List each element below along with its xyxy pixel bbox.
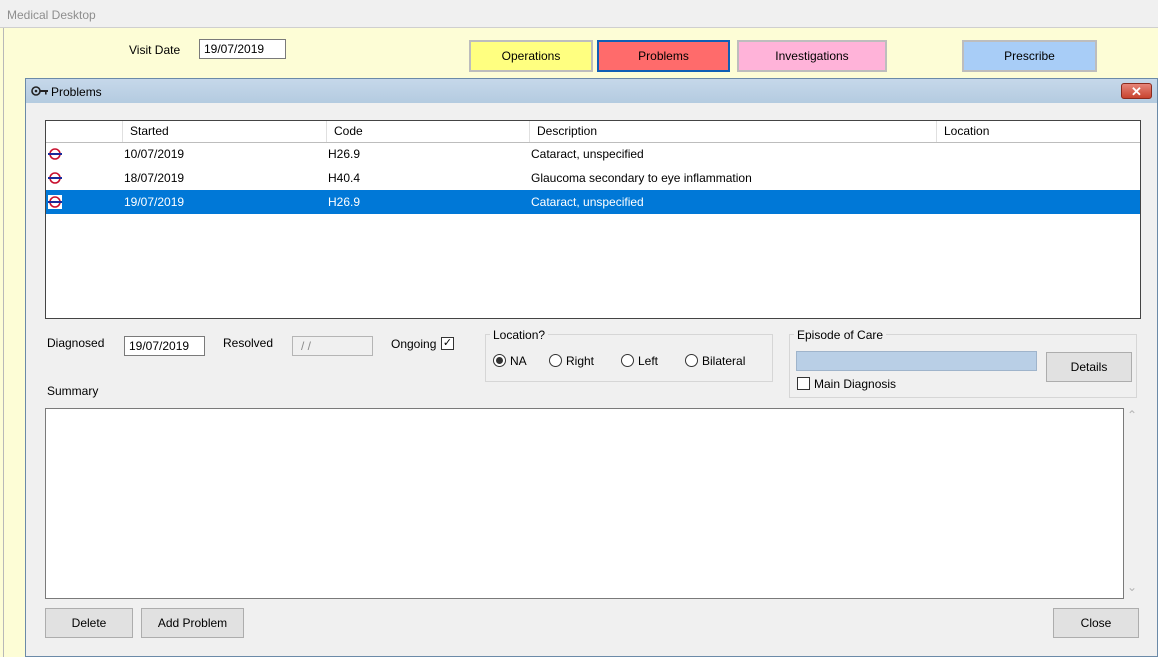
table-header: Started Code Description Location <box>46 121 1140 143</box>
visit-date-input[interactable]: 19/07/2019 <box>199 39 286 59</box>
location-left-label: Left <box>638 354 659 368</box>
cell-code: H26.9 <box>328 195 361 209</box>
location-bilateral-label: Bilateral <box>702 354 746 368</box>
problems-button[interactable]: Problems <box>597 40 730 72</box>
problem-row-icon <box>48 195 62 209</box>
location-left-radio[interactable] <box>621 354 634 367</box>
table-row[interactable]: 10/07/2019 H26.9 Cataract, unspecified <box>46 142 1140 166</box>
table-row[interactable]: 18/07/2019 H40.4 Glaucoma secondary to eye… <box>46 166 1140 190</box>
details-button[interactable]: Details <box>1046 352 1132 382</box>
location-right-radio[interactable] <box>549 354 562 367</box>
column-header-description[interactable]: Description <box>529 121 936 142</box>
column-header-started[interactable]: Started <box>122 121 326 142</box>
problems-dialog: Problems ✕ Started Code Description Loca… <box>25 78 1158 657</box>
resolved-label: Resolved <box>223 336 274 350</box>
cell-started: 18/07/2019 <box>124 171 185 185</box>
column-header-location[interactable]: Location <box>936 121 1140 142</box>
location-right-label: Right <box>566 354 595 368</box>
dialog-close-icon[interactable]: ✕ <box>1121 83 1152 99</box>
main-diagnosis-label: Main Diagnosis <box>814 377 897 391</box>
app-title: Medical Desktop <box>7 8 96 22</box>
scroll-down-icon[interactable]: ⌄ <box>1127 580 1137 594</box>
dialog-title-bar: Problems ✕ <box>26 79 1157 103</box>
resolved-input[interactable]: / / <box>292 336 373 356</box>
app-title-bar: Medical Desktop <box>0 0 1158 28</box>
add-problem-button[interactable]: Add Problem <box>141 608 244 638</box>
dialog-title: Problems <box>51 85 102 99</box>
ongoing-label: Ongoing <box>391 337 437 351</box>
investigations-button[interactable]: Investigations <box>737 40 887 72</box>
cell-started: 10/07/2019 <box>124 147 185 161</box>
cell-description: Glaucoma secondary to eye inflammation <box>531 171 752 185</box>
cell-started: 19/07/2019 <box>124 195 185 209</box>
cell-description: Cataract, unspecified <box>531 195 644 209</box>
cell-description: Cataract, unspecified <box>531 147 644 161</box>
summary-label: Summary <box>47 384 99 398</box>
visit-date-label: Visit Date <box>129 43 181 57</box>
column-header-code[interactable]: Code <box>326 121 529 142</box>
problem-row-icon <box>48 172 62 184</box>
problems-table: Started Code Description Location 10/07/… <box>45 120 1141 319</box>
operations-button[interactable]: Operations <box>469 40 593 72</box>
prescribe-button[interactable]: Prescribe <box>962 40 1097 72</box>
location-na-label: NA <box>510 354 527 368</box>
summary-scrollbar[interactable]: ⌃ ⌄ <box>1124 408 1141 599</box>
table-row[interactable]: 19/07/2019 H26.9 Cataract, unspecified <box>46 190 1140 214</box>
ongoing-checkbox[interactable]: ✓ <box>441 337 454 350</box>
diagnosed-input[interactable]: 19/07/2019 <box>124 336 205 356</box>
close-button[interactable]: Close <box>1053 608 1139 638</box>
delete-button[interactable]: Delete <box>45 608 133 638</box>
diagnosed-label: Diagnosed <box>47 336 105 350</box>
main-diagnosis-checkbox[interactable] <box>797 377 810 390</box>
scroll-up-icon[interactable]: ⌃ <box>1127 408 1137 422</box>
summary-textarea[interactable] <box>45 408 1124 599</box>
cell-code: H26.9 <box>328 147 361 161</box>
location-na-radio[interactable] <box>493 354 506 367</box>
key-icon <box>31 86 48 96</box>
location-bilateral-radio[interactable] <box>685 354 698 367</box>
location-group-title: Location? <box>490 328 549 342</box>
problem-row-icon <box>48 148 62 160</box>
episode-group-title: Episode of Care <box>794 328 887 342</box>
episode-of-care-field[interactable] <box>796 351 1037 371</box>
cell-code: H40.4 <box>328 171 361 185</box>
